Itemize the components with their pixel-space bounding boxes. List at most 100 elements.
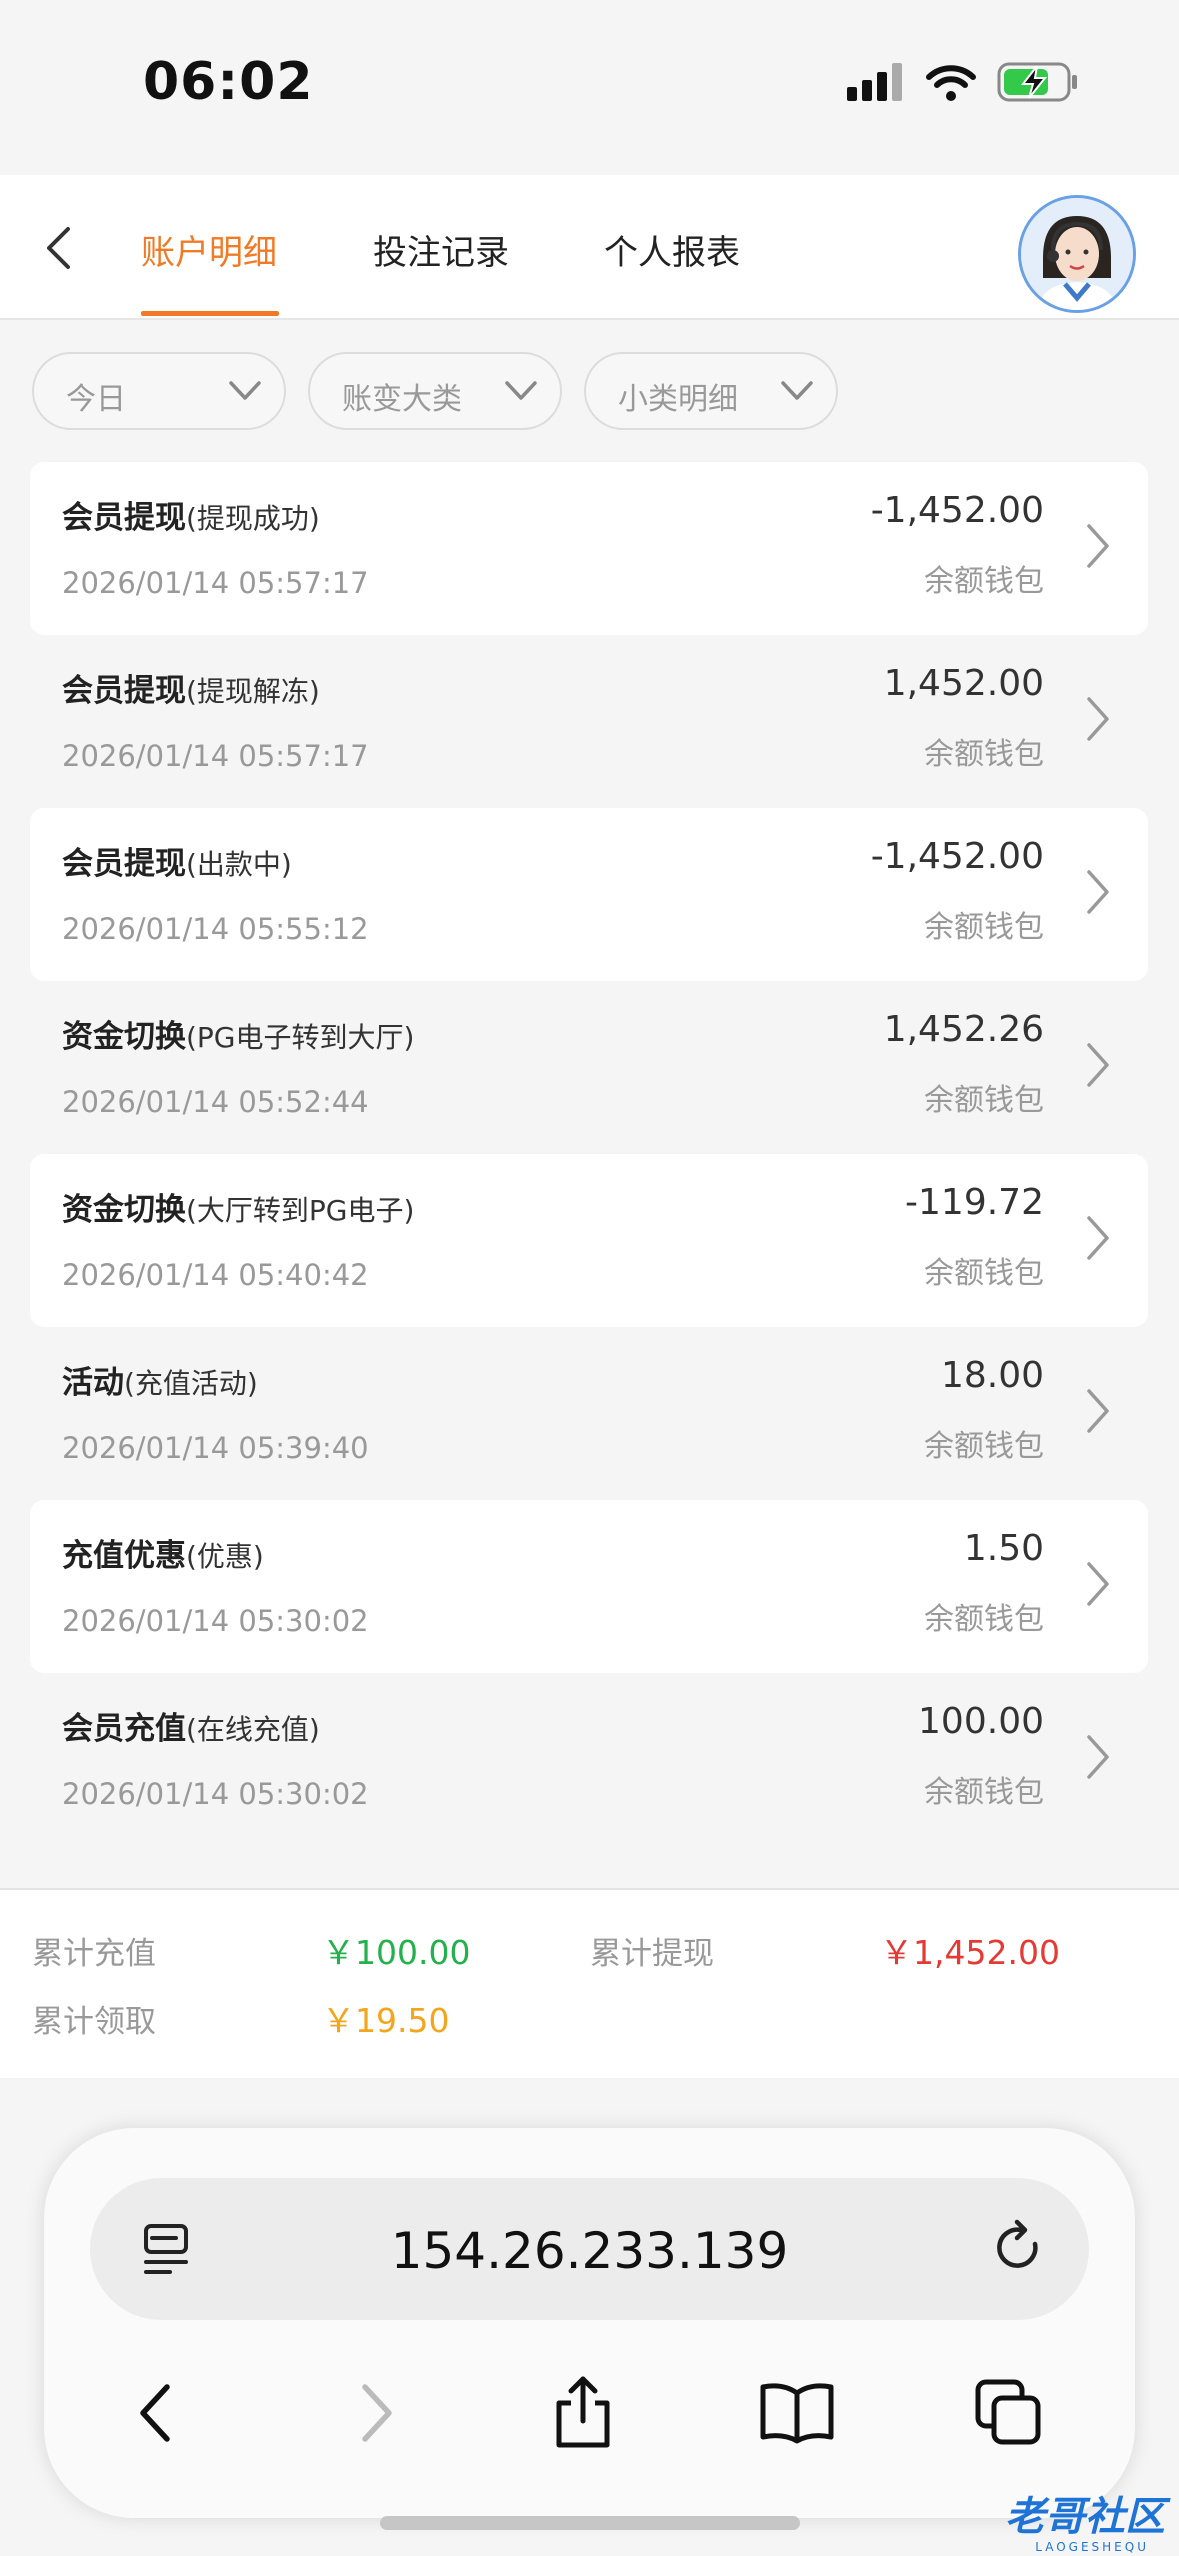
transaction-wallet: 余额钱包 bbox=[924, 1256, 1044, 1291]
subcategory-filter-dropdown[interactable]: 小类明细 bbox=[584, 352, 838, 430]
date-filter-dropdown[interactable]: 今日 bbox=[32, 352, 286, 430]
transaction-subtype: (提现解冻) bbox=[186, 675, 320, 708]
transaction-row[interactable]: 会员提现(提现成功) 2026/01/14 05:57:17 -1,452.00… bbox=[30, 462, 1148, 635]
transaction-row[interactable]: 会员提现(提现解冻) 2026/01/14 05:57:17 1,452.00 … bbox=[30, 635, 1148, 808]
status-time: 06:02 bbox=[143, 52, 314, 112]
transaction-subtype: (优惠) bbox=[186, 1540, 264, 1573]
bookmarks-button[interactable] bbox=[752, 2368, 842, 2458]
transaction-type: 会员提现 bbox=[62, 500, 186, 536]
share-button[interactable] bbox=[538, 2368, 628, 2458]
transaction-title: 会员提现(出款中) bbox=[62, 838, 292, 883]
total-claimed-value: ￥19.50 bbox=[322, 2001, 450, 2040]
transaction-subtype: (大厅转到PG电子) bbox=[186, 1194, 415, 1227]
browser-back-button[interactable] bbox=[110, 2368, 200, 2458]
transaction-wallet: 余额钱包 bbox=[924, 1429, 1044, 1464]
wifi-icon bbox=[926, 65, 976, 101]
active-tab-indicator bbox=[141, 311, 279, 316]
transaction-amount: -119.72 bbox=[905, 1182, 1044, 1223]
customer-service-avatar-icon bbox=[1021, 198, 1133, 310]
transaction-amount: -1,452.00 bbox=[870, 490, 1044, 531]
transaction-subtype: (充值活动) bbox=[124, 1367, 258, 1400]
back-button[interactable] bbox=[28, 213, 88, 283]
transaction-type: 会员提现 bbox=[62, 673, 186, 709]
transaction-amount: -1,452.00 bbox=[870, 836, 1044, 877]
chevron-right-icon bbox=[1087, 1389, 1109, 1433]
chevron-down-icon bbox=[781, 381, 813, 400]
tab-bet-records[interactable]: 投注记录 bbox=[373, 225, 509, 274]
battery-charging-icon bbox=[997, 62, 1077, 102]
cellular-signal-icon bbox=[847, 63, 902, 101]
transaction-type: 活动 bbox=[62, 1365, 124, 1401]
transaction-time: 2026/01/14 05:30:02 bbox=[62, 1604, 369, 1638]
transaction-type: 会员充值 bbox=[62, 1711, 186, 1747]
watermark-logo: 老哥社区 bbox=[1005, 2494, 1165, 2540]
transaction-wallet: 余额钱包 bbox=[924, 564, 1044, 599]
transaction-title: 会员提现(提现解冻) bbox=[62, 665, 320, 710]
transaction-subtype: (出款中) bbox=[186, 848, 292, 881]
transaction-time: 2026/01/14 05:30:02 bbox=[62, 1777, 369, 1811]
reload-icon[interactable] bbox=[991, 2218, 1047, 2280]
transaction-time: 2026/01/14 05:55:12 bbox=[62, 912, 369, 946]
transaction-type: 充值优惠 bbox=[62, 1538, 186, 1574]
total-withdraw-value: ￥1,452.00 bbox=[880, 1933, 1060, 1972]
address-bar[interactable]: 154.26.233.139 bbox=[90, 2178, 1089, 2320]
transaction-amount: 1,452.26 bbox=[883, 1009, 1044, 1050]
chevron-right-icon bbox=[1087, 1735, 1109, 1779]
date-filter-label: 今日 bbox=[66, 382, 126, 417]
browser-forward-button[interactable] bbox=[332, 2368, 422, 2458]
tab-account-details[interactable]: 账户明细 bbox=[141, 225, 277, 274]
bookmarks-book-icon bbox=[760, 2383, 834, 2444]
tab-personal-report[interactable]: 个人报表 bbox=[604, 225, 740, 274]
transaction-subtype: (提现成功) bbox=[186, 502, 320, 535]
transaction-subtype: (PG电子转到大厅) bbox=[186, 1021, 415, 1054]
transaction-row[interactable]: 活动(充值活动) 2026/01/14 05:39:40 18.00 余额钱包 bbox=[30, 1327, 1148, 1500]
url-text[interactable]: 154.26.233.139 bbox=[90, 2222, 1089, 2280]
transaction-wallet: 余额钱包 bbox=[924, 1602, 1044, 1637]
total-recharge-label: 累计充值 bbox=[32, 1936, 156, 1972]
transaction-type: 资金切换 bbox=[62, 1192, 186, 1228]
tabs-button[interactable] bbox=[964, 2368, 1054, 2458]
chevron-right-icon bbox=[362, 2384, 392, 2442]
category-filter-label: 账变大类 bbox=[342, 382, 462, 417]
subcategory-filter-label: 小类明细 bbox=[618, 382, 738, 417]
watermark-subtitle: LAOGESHEQU bbox=[1035, 2540, 1149, 2554]
tabs-overview-icon bbox=[975, 2379, 1041, 2445]
transaction-row[interactable]: 资金切换(PG电子转到大厅) 2026/01/14 05:52:44 1,452… bbox=[30, 981, 1148, 1154]
transaction-subtype: (在线充值) bbox=[186, 1713, 320, 1746]
total-recharge-value: ￥100.00 bbox=[322, 1933, 471, 1972]
transaction-time: 2026/01/14 05:39:40 bbox=[62, 1431, 369, 1465]
transaction-time: 2026/01/14 05:57:17 bbox=[62, 566, 369, 600]
transaction-amount: 1,452.00 bbox=[883, 663, 1044, 704]
status-icons bbox=[847, 62, 1079, 102]
totals-summary: 累计充值 ￥100.00 累计提现 ￥1,452.00 累计领取 ￥19.50 bbox=[0, 1888, 1179, 2078]
transaction-type: 会员提现 bbox=[62, 846, 186, 882]
category-filter-dropdown[interactable]: 账变大类 bbox=[308, 352, 562, 430]
transaction-wallet: 余额钱包 bbox=[924, 1775, 1044, 1810]
status-bar: 06:02 bbox=[0, 0, 1179, 175]
share-icon bbox=[556, 2376, 610, 2448]
transaction-amount: 1.50 bbox=[963, 1528, 1044, 1569]
header: 账户明细 投注记录 个人报表 bbox=[0, 175, 1179, 320]
chevron-right-icon bbox=[1087, 870, 1109, 914]
chevron-right-icon bbox=[1087, 1043, 1109, 1087]
chevron-down-icon bbox=[229, 381, 261, 400]
transaction-type: 资金切换 bbox=[62, 1019, 186, 1055]
chevron-right-icon bbox=[1087, 1216, 1109, 1260]
transaction-row[interactable]: 会员提现(出款中) 2026/01/14 05:55:12 -1,452.00 … bbox=[30, 808, 1148, 981]
transaction-wallet: 余额钱包 bbox=[924, 910, 1044, 945]
transaction-title: 资金切换(PG电子转到大厅) bbox=[62, 1011, 414, 1056]
transaction-row[interactable]: 资金切换(大厅转到PG电子) 2026/01/14 05:40:42 -119.… bbox=[30, 1154, 1148, 1327]
filter-bar: 今日 账变大类 小类明细 bbox=[32, 352, 838, 430]
transaction-row[interactable]: 会员充值(在线充值) 2026/01/14 05:30:02 100.00 余额… bbox=[30, 1673, 1148, 1846]
transaction-row[interactable]: 充值优惠(优惠) 2026/01/14 05:30:02 1.50 余额钱包 bbox=[30, 1500, 1148, 1673]
transaction-wallet: 余额钱包 bbox=[924, 1083, 1044, 1118]
chevron-down-icon bbox=[505, 381, 537, 400]
transaction-time: 2026/01/14 05:40:42 bbox=[62, 1258, 369, 1292]
total-withdraw-label: 累计提现 bbox=[590, 1936, 714, 1972]
chevron-left-icon bbox=[140, 2384, 170, 2442]
transaction-wallet: 余额钱包 bbox=[924, 737, 1044, 772]
transaction-title: 充值优惠(优惠) bbox=[62, 1530, 264, 1575]
home-indicator bbox=[380, 2516, 800, 2530]
transaction-title: 资金切换(大厅转到PG电子) bbox=[62, 1184, 414, 1229]
customer-service-avatar[interactable] bbox=[1018, 195, 1136, 313]
